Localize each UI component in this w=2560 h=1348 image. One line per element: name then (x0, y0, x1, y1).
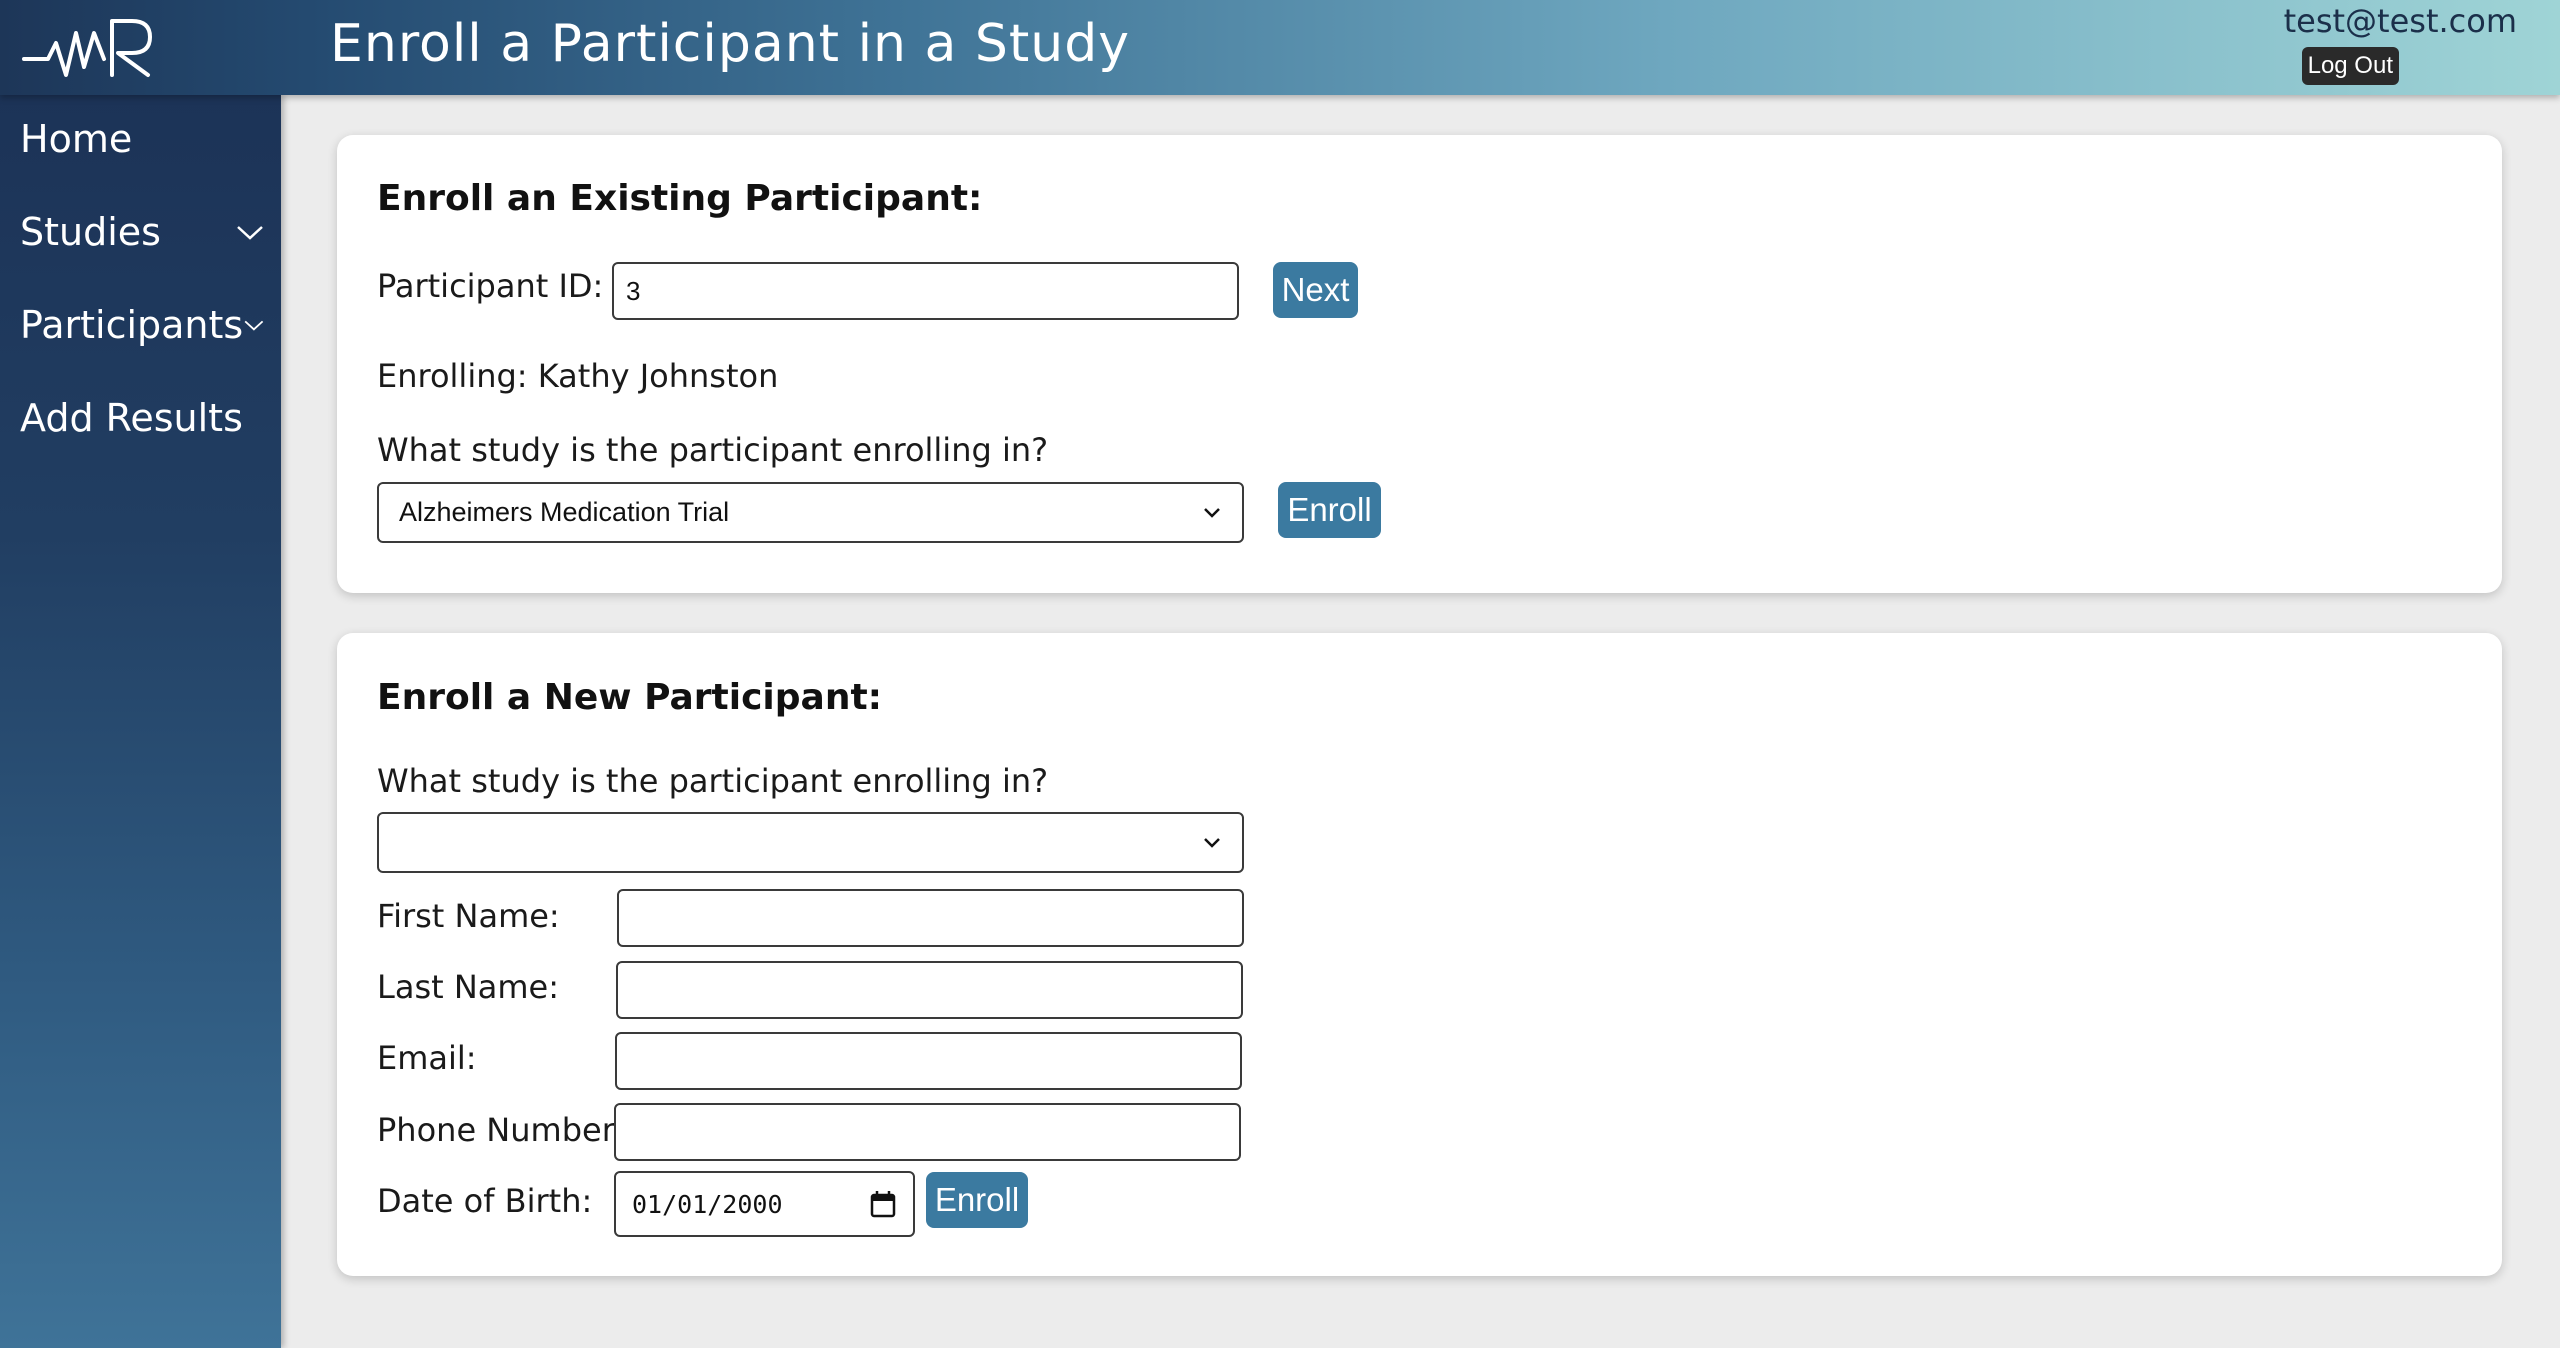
next-button[interactable]: Next (1273, 262, 1358, 318)
sidebar-item-label: Add Results (20, 396, 243, 440)
chevron-down-icon (1204, 837, 1220, 848)
last-name-input[interactable] (616, 961, 1243, 1019)
sidebar-item-home[interactable]: Home (20, 117, 265, 161)
date-of-birth-label: Date of Birth: (377, 1182, 593, 1220)
existing-study-select-value: Alzheimers Medication Trial (399, 497, 730, 527)
app-logo[interactable] (0, 0, 180, 95)
first-name-input[interactable] (617, 889, 1244, 947)
phone-number-label: Phone Number: (377, 1111, 626, 1149)
chevron-down-icon (237, 226, 263, 240)
new-participant-title: Enroll a New Participant: (377, 677, 883, 718)
page-title: Enroll a Participant in a Study (330, 14, 1131, 74)
user-email: test@test.com (2283, 2, 2517, 40)
new-participant-card: Enroll a New Participant: What study is … (337, 633, 2502, 1276)
last-name-label: Last Name: (377, 968, 560, 1006)
new-study-select[interactable] (377, 812, 1244, 873)
existing-study-select[interactable]: Alzheimers Medication Trial (377, 482, 1244, 543)
date-of-birth-input[interactable]: 01/01/2000 (614, 1171, 915, 1237)
phone-number-input[interactable] (614, 1103, 1241, 1161)
new-study-question: What study is the participant enrolling … (377, 762, 1049, 800)
sidebar-item-studies[interactable]: Studies (20, 210, 265, 254)
sidebar-item-label: Home (20, 117, 133, 161)
email-label: Email: (377, 1039, 477, 1077)
existing-participant-title: Enroll an Existing Participant: (377, 178, 983, 219)
enrolling-text: Enrolling: Kathy Johnston (377, 357, 779, 395)
top-header: Enroll a Participant in a Study test@tes… (0, 0, 2560, 95)
participant-id-label: Participant ID: (377, 267, 604, 305)
logout-button[interactable]: Log Out (2301, 47, 2399, 85)
chevron-down-icon (1204, 507, 1220, 518)
participant-id-input[interactable]: 3 (612, 262, 1239, 320)
calendar-icon[interactable] (869, 1189, 897, 1219)
existing-study-question: What study is the participant enrolling … (377, 431, 1049, 469)
email-input[interactable] (615, 1032, 1242, 1090)
sidebar: Home Studies Participants Add Results (0, 95, 281, 1348)
sidebar-item-label: Studies (20, 210, 161, 254)
existing-participant-card: Enroll an Existing Participant: Particip… (337, 135, 2502, 593)
date-of-birth-value: 01/01/2000 (632, 1189, 783, 1219)
chevron-down-icon (244, 320, 264, 331)
enroll-existing-button[interactable]: Enroll (1278, 482, 1381, 538)
sidebar-item-add-results[interactable]: Add Results (20, 396, 265, 440)
first-name-label: First Name: (377, 897, 560, 935)
logo-icon (22, 18, 152, 77)
sidebar-item-label: Participants (20, 303, 244, 347)
enroll-new-button[interactable]: Enroll (926, 1172, 1028, 1228)
sidebar-item-participants[interactable]: Participants (20, 303, 265, 347)
